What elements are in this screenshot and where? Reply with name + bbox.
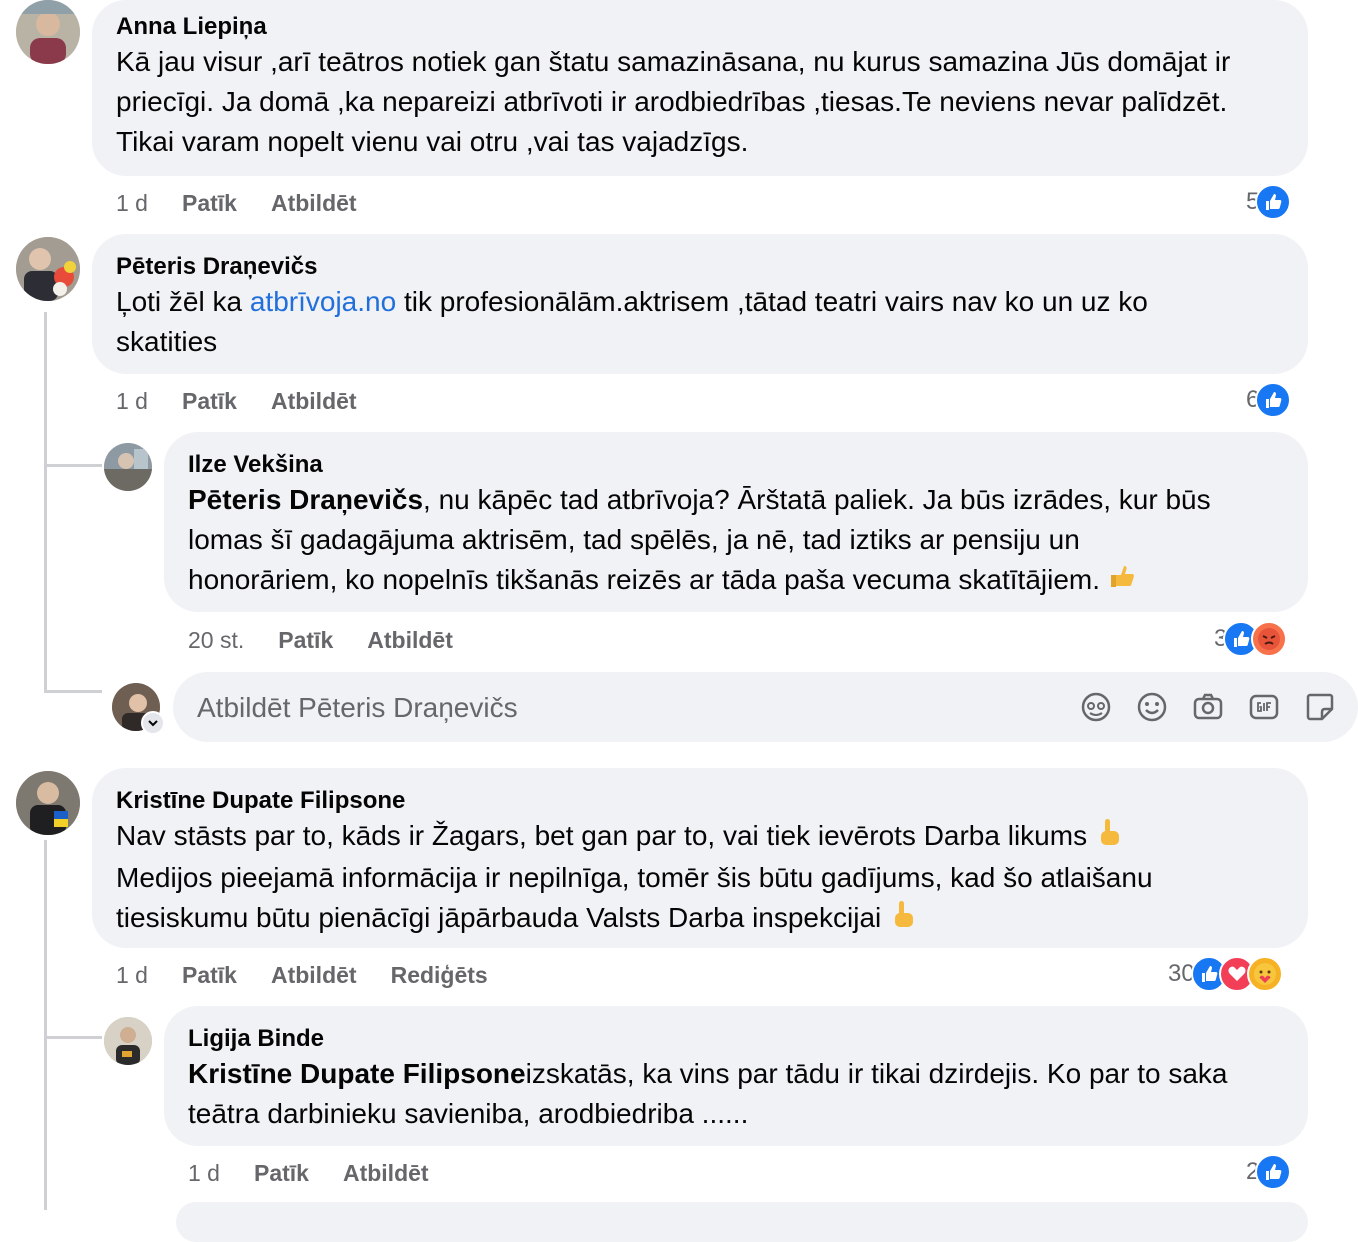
composer-toolbar xyxy=(1058,689,1338,725)
next-comment-bubble xyxy=(176,1202,1308,1242)
account-switch-chevron-icon[interactable] xyxy=(141,711,165,735)
thread-line xyxy=(44,312,47,692)
angry-icon xyxy=(1251,621,1288,657)
reply-button[interactable]: Atbildēt xyxy=(343,1160,429,1187)
sticker-icon[interactable] xyxy=(1302,689,1338,725)
comment-author[interactable]: Kristīne Dupate Filipsone xyxy=(116,786,1284,816)
thumbs-up-emoji-icon xyxy=(1108,561,1138,602)
like-icon xyxy=(1255,184,1292,220)
comment-text: Ļoti žēl ka atbrīvoja.no tik profesionāl… xyxy=(116,286,1148,357)
avatar[interactable] xyxy=(16,0,80,64)
care-icon xyxy=(1246,956,1283,992)
comment-time[interactable]: 1 d xyxy=(116,190,148,217)
like-button[interactable]: Patīk xyxy=(278,627,333,654)
comment-bubble: Ligija Binde Kristīne Dupate Filipsoneiz… xyxy=(164,1006,1308,1146)
reaction-summary[interactable]: 30 xyxy=(1168,954,1283,994)
reaction-summary[interactable]: 6 xyxy=(1246,380,1292,420)
pointing-up-emoji-icon xyxy=(889,899,917,940)
thread-branch xyxy=(44,690,102,693)
comment-meta: 1 d Patīk Atbildēt xyxy=(116,386,391,416)
comment-meta: 1 d Patīk Atbildēt Rediģēts xyxy=(116,960,522,990)
reply-button[interactable]: Atbildēt xyxy=(271,190,357,217)
reaction-summary[interactable]: 3 xyxy=(1214,619,1288,659)
like-button[interactable]: Patīk xyxy=(182,962,237,989)
like-button[interactable]: Patīk xyxy=(182,388,237,415)
comment-time[interactable]: 1 d xyxy=(188,1160,220,1187)
thread-branch xyxy=(44,464,102,467)
like-button[interactable]: Patīk xyxy=(182,190,237,217)
comment-text: Kā jau visur ,arī teātros notiek gan šta… xyxy=(116,46,1231,157)
comment-author[interactable]: Ilze Vekšina xyxy=(188,450,1284,480)
comment-meta: 1 d Patīk Atbildēt xyxy=(116,188,391,218)
mention-link[interactable]: Kristīne Dupate Filipsone xyxy=(188,1058,526,1089)
edited-label[interactable]: Rediģēts xyxy=(391,962,488,989)
reply-composer xyxy=(173,672,1358,742)
avatar[interactable] xyxy=(104,443,152,491)
comment-text: Nav stāsts par to, kāds ir Žagars, bet g… xyxy=(116,816,1284,940)
like-icon xyxy=(1255,1154,1292,1190)
emoji-icon[interactable] xyxy=(1134,689,1170,725)
comment-text: Pēteris Draņevičs, nu kāpēc tad atbrīvoj… xyxy=(188,480,1284,602)
thread-branch xyxy=(44,1036,102,1039)
reply-button[interactable]: Atbildēt xyxy=(271,962,357,989)
comment-meta: 1 d Patīk Atbildēt xyxy=(188,1158,463,1188)
pointing-up-emoji-icon xyxy=(1095,817,1123,858)
comment-text: Kristīne Dupate Filipsoneizskatās, ka vi… xyxy=(188,1058,1228,1129)
avatar[interactable] xyxy=(16,771,80,835)
reply-button[interactable]: Atbildēt xyxy=(367,627,453,654)
comment-link[interactable]: atbrīvoja.no xyxy=(250,286,396,317)
reaction-summary[interactable]: 5 xyxy=(1246,182,1292,222)
comment-time[interactable]: 1 d xyxy=(116,388,148,415)
reply-button[interactable]: Atbildēt xyxy=(271,388,357,415)
comment-author[interactable]: Anna Liepiņa xyxy=(116,12,1284,42)
comment-time[interactable]: 1 d xyxy=(116,962,148,989)
comment-bubble: Anna Liepiņa Kā jau visur ,arī teātros n… xyxy=(92,0,1308,176)
mention-link[interactable]: Pēteris Draņevičs xyxy=(188,484,423,515)
comment-bubble: Kristīne Dupate Filipsone Nav stāsts par… xyxy=(92,768,1308,948)
reply-input[interactable] xyxy=(195,684,1049,732)
comment-bubble: Pēteris Draņevičs Ļoti žēl ka atbrīvoja.… xyxy=(92,234,1308,374)
avatar[interactable] xyxy=(16,237,80,301)
camera-icon[interactable] xyxy=(1190,689,1226,725)
like-button[interactable]: Patīk xyxy=(254,1160,309,1187)
comment-author[interactable]: Pēteris Draņevičs xyxy=(116,252,1284,282)
comment-author[interactable]: Ligija Binde xyxy=(188,1024,1284,1054)
gif-icon[interactable] xyxy=(1246,689,1282,725)
reaction-summary[interactable]: 2 xyxy=(1246,1152,1292,1192)
comment-bubble: Ilze Vekšina Pēteris Draņevičs, nu kāpēc… xyxy=(164,432,1308,612)
like-icon xyxy=(1255,382,1292,418)
avatar-sticker-icon[interactable] xyxy=(1078,689,1114,725)
comment-time[interactable]: 20 st. xyxy=(188,627,244,654)
avatar[interactable] xyxy=(104,1017,152,1065)
comment-meta: 20 st. Patīk Atbildēt xyxy=(188,625,487,655)
thread-line xyxy=(44,840,47,1210)
